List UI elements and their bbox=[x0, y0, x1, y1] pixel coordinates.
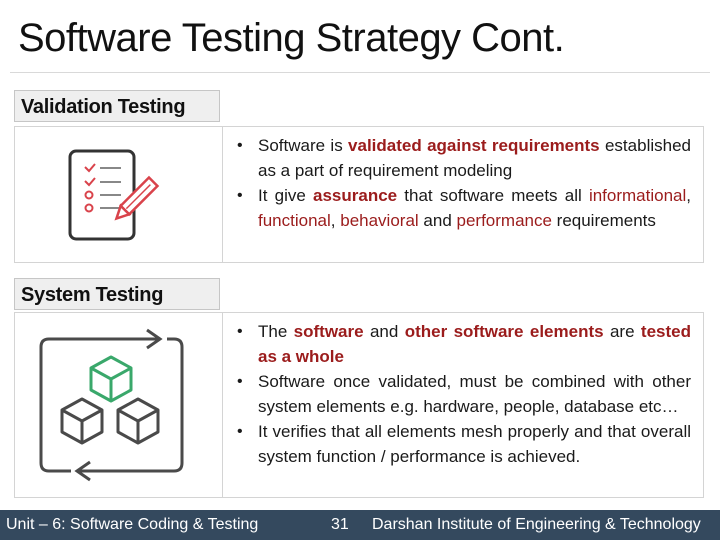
bullet-text: It verifies that all elements mesh prope… bbox=[258, 422, 691, 466]
bullet-text: and bbox=[363, 322, 405, 341]
bullet-text: and bbox=[418, 211, 457, 230]
validation-testing-box: Software is validated against requiremen… bbox=[14, 126, 704, 263]
validation-icon-cell bbox=[15, 127, 223, 262]
bullet-item: The software and other software elements… bbox=[231, 319, 691, 369]
highlighted-text: functional bbox=[258, 211, 331, 230]
checklist-pencil-icon bbox=[68, 149, 160, 241]
highlighted-text: validated against requirements bbox=[348, 136, 600, 155]
bullet-text: It give bbox=[258, 186, 313, 205]
slide-title: Software Testing Strategy Cont. bbox=[18, 16, 565, 60]
bullet-text: that software meets all bbox=[397, 186, 589, 205]
highlighted-text: software bbox=[293, 322, 364, 341]
validation-testing-heading: Validation Testing bbox=[14, 90, 220, 122]
system-bullet-list: The software and other software elements… bbox=[231, 319, 691, 469]
bullet-item: Software is validated against requiremen… bbox=[231, 133, 691, 183]
validation-text-cell: Software is validated against requiremen… bbox=[223, 127, 703, 262]
bullet-text: , bbox=[686, 186, 691, 205]
highlighted-text: behavioral bbox=[340, 211, 419, 230]
bullet-text: Software once validated, must be combine… bbox=[258, 372, 691, 416]
validation-bullet-list: Software is validated against requiremen… bbox=[231, 133, 691, 233]
bullet-item: Software once validated, must be combine… bbox=[231, 369, 691, 419]
bullet-text: Software is bbox=[258, 136, 349, 155]
cubes-cycle-icon bbox=[39, 328, 184, 482]
slide-footer: Unit – 6: Software Coding & Testing 31 D… bbox=[0, 510, 720, 540]
system-icon-cell bbox=[15, 313, 223, 497]
system-testing-box: The software and other software elements… bbox=[14, 312, 704, 498]
bullet-item: It verifies that all elements mesh prope… bbox=[231, 419, 691, 469]
system-testing-heading: System Testing bbox=[14, 278, 220, 310]
footer-institute: Darshan Institute of Engineering & Techn… bbox=[372, 516, 701, 533]
highlighted-text: performance bbox=[456, 211, 552, 230]
footer-page-number: 31 bbox=[331, 516, 349, 533]
bullet-text: The bbox=[258, 322, 294, 341]
bullet-text: are bbox=[603, 322, 641, 341]
highlighted-text: other software elements bbox=[404, 322, 604, 341]
bullet-item: It give assurance that software meets al… bbox=[231, 183, 691, 233]
highlighted-text: informational bbox=[588, 186, 687, 205]
bullet-text: , bbox=[330, 211, 341, 230]
highlighted-text: assurance bbox=[313, 186, 398, 205]
bullet-text: requirements bbox=[551, 211, 656, 230]
title-divider bbox=[10, 72, 710, 73]
system-text-cell: The software and other software elements… bbox=[223, 313, 703, 497]
footer-unit: Unit – 6: Software Coding & Testing bbox=[6, 516, 259, 533]
